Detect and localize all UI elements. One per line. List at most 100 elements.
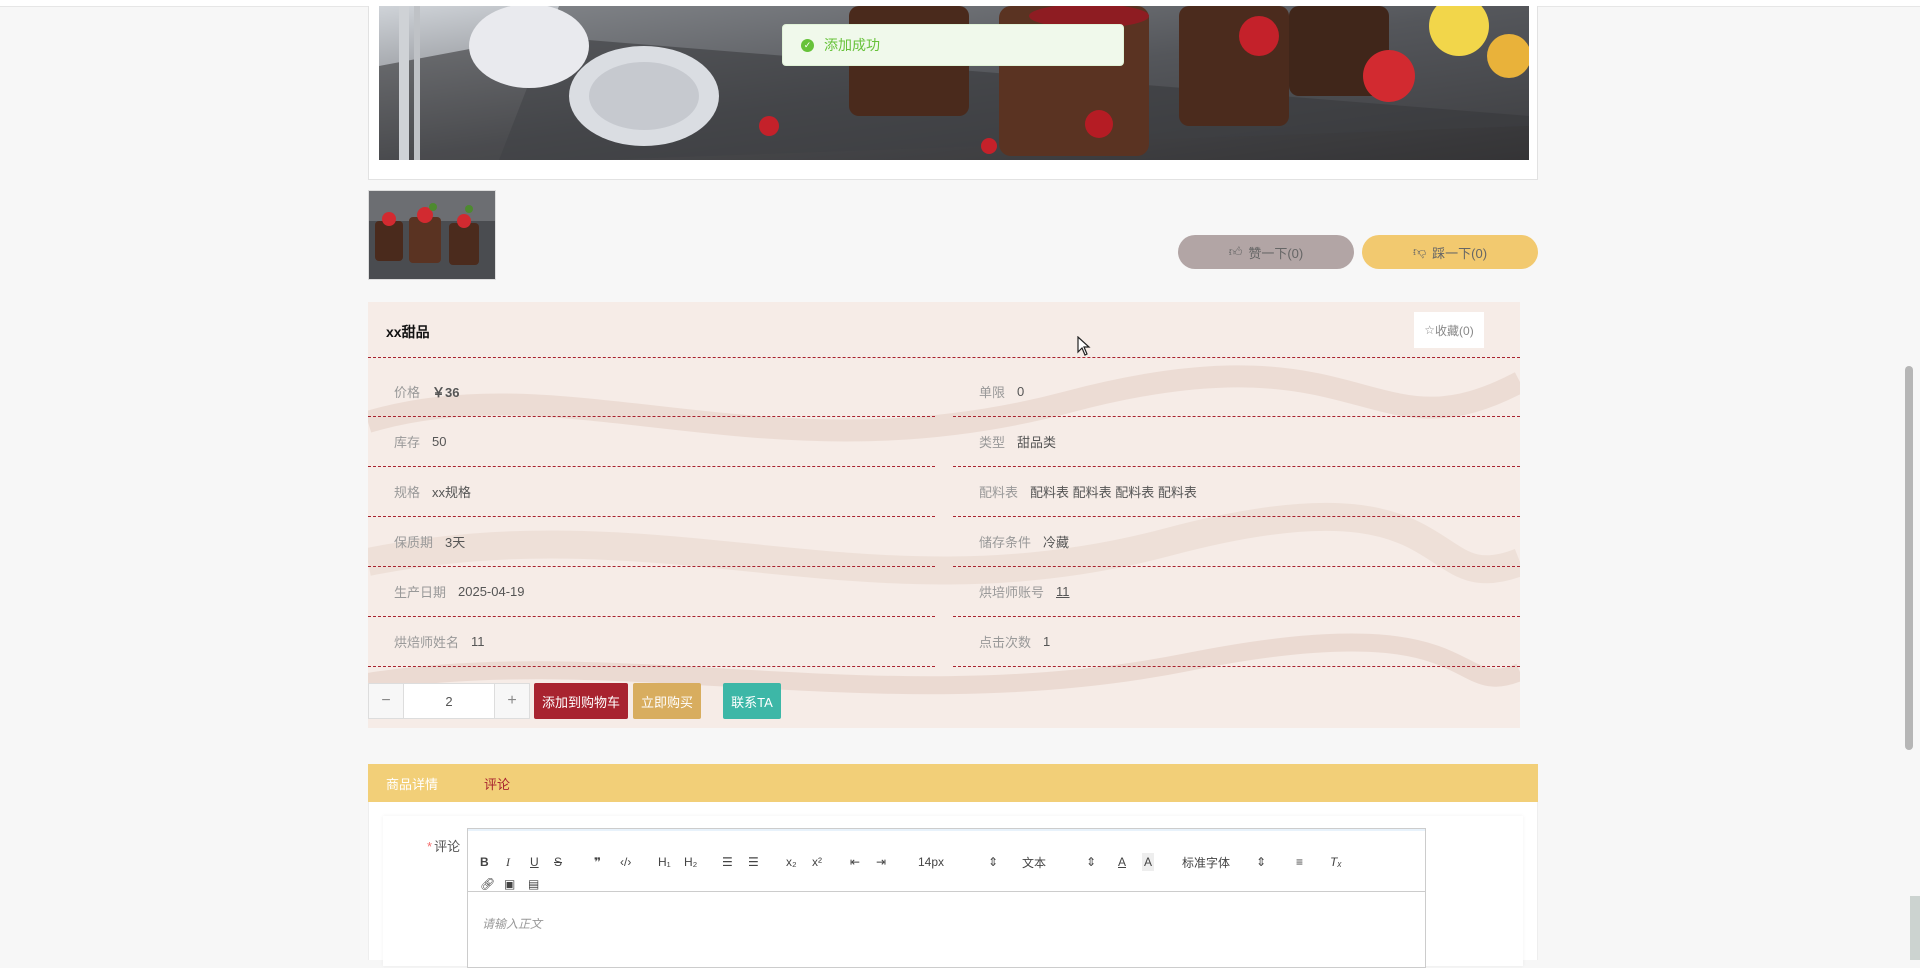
- field-limit: 单限 0: [953, 367, 1520, 417]
- field-value: 50: [432, 434, 447, 449]
- comment-section: * 评论 B I U S ❞ ‹/› H₁ H₂ ☰ ☰ x₂ x² ⇤ ⇥ 14…: [368, 802, 1538, 968]
- mouse-cursor-icon: [1077, 336, 1091, 356]
- tab-product-details[interactable]: 商品详情: [386, 774, 438, 793]
- field-value: 3天: [445, 535, 466, 550]
- field-label: 烘培师账号: [979, 585, 1045, 600]
- favorite-button[interactable]: ☆ 收藏(0): [1414, 312, 1484, 348]
- product-info-panel: xx甜品 ☆ 收藏(0) 价格 ￥36 库存 50 规格 xx规格 保质期 3天…: [368, 302, 1520, 728]
- field-value: 甜品类: [1017, 435, 1057, 450]
- bullet-list-icon[interactable]: ☰: [748, 853, 759, 871]
- side-widget: [1910, 896, 1920, 960]
- detail-tabs: 商品详情 评论: [368, 764, 1538, 802]
- ordered-list-icon[interactable]: ☰: [722, 853, 733, 871]
- bold-icon[interactable]: B: [480, 853, 489, 871]
- field-label: 库存: [394, 435, 421, 450]
- required-marker: *: [427, 839, 433, 854]
- background-color-icon[interactable]: A: [1142, 853, 1155, 871]
- select-arrows-icon: ⇕: [987, 855, 998, 869]
- underline-icon[interactable]: U: [530, 853, 539, 871]
- favorite-label: 收藏(0): [1435, 323, 1474, 338]
- editor-toolbar: B I U S ❞ ‹/› H₁ H₂ ☰ ☰ x₂ x² ⇤ ⇥ 14px ⇕ …: [468, 831, 1425, 892]
- field-click-count: 点击次数 1: [953, 617, 1520, 667]
- blockquote-icon[interactable]: ❞: [594, 853, 601, 871]
- field-label: 生产日期: [394, 585, 447, 600]
- product-thumbnail[interactable]: [368, 190, 496, 280]
- success-toast: ✓ 添加成功: [782, 24, 1124, 66]
- text-style-select[interactable]: 文本 ⇕: [1022, 853, 1096, 871]
- rich-text-editor: B I U S ❞ ‹/› H₁ H₂ ☰ ☰ x₂ x² ⇤ ⇥ 14px ⇕ …: [467, 828, 1426, 968]
- strikethrough-icon[interactable]: S: [554, 853, 562, 871]
- thumbs-up-icon: 👍︎: [1228, 244, 1243, 259]
- add-to-cart-button[interactable]: 添加到购物车: [534, 683, 628, 719]
- field-value: 11: [471, 634, 485, 649]
- buy-now-button[interactable]: 立即购买: [633, 683, 701, 719]
- dislike-label: 踩一下(0): [1432, 245, 1488, 261]
- subscript-icon[interactable]: x₂: [786, 853, 797, 871]
- check-circle-icon: ✓: [801, 38, 814, 52]
- tab-comments[interactable]: 评论: [484, 774, 510, 793]
- field-label: 烘焙师姓名: [394, 635, 460, 650]
- editor-placeholder[interactable]: 请输入正文: [482, 915, 542, 932]
- font-family-select[interactable]: 标准字体 ⇕: [1182, 853, 1266, 871]
- video-icon[interactable]: ▤: [528, 875, 539, 893]
- link-icon[interactable]: 🔗︎: [480, 875, 495, 893]
- field-stock: 库存 50: [368, 417, 935, 467]
- field-label: 配料表: [979, 485, 1019, 500]
- contact-seller-button[interactable]: 联系TA: [723, 683, 781, 719]
- select-arrows-icon: ⇕: [1085, 855, 1096, 869]
- field-label: 单限: [979, 385, 1006, 400]
- field-baker-name: 烘焙师姓名 11: [368, 617, 935, 667]
- quantity-stepper: − 2 +: [368, 683, 530, 719]
- scrollbar-thumb[interactable]: [1905, 366, 1913, 750]
- field-type: 类型 甜品类: [953, 417, 1520, 467]
- baker-account-link[interactable]: 11: [1056, 584, 1070, 599]
- decrease-quantity-button[interactable]: −: [368, 683, 404, 719]
- field-value: 0: [1017, 384, 1025, 399]
- like-button[interactable]: 👍︎ 赞一下(0): [1178, 235, 1354, 269]
- page-scrollbar[interactable]: [1904, 0, 1914, 960]
- image-icon[interactable]: ▣: [504, 875, 515, 893]
- field-label: 保质期: [394, 535, 434, 550]
- field-value: ￥36: [432, 385, 460, 400]
- indent-icon[interactable]: ⇥: [876, 853, 886, 871]
- heading-2-icon[interactable]: H₂: [684, 853, 697, 871]
- field-label: 规格: [394, 485, 421, 500]
- field-value: 冷藏: [1043, 535, 1070, 550]
- font-color-icon[interactable]: A: [1118, 853, 1126, 871]
- quantity-input[interactable]: 2: [404, 683, 494, 719]
- field-production-date: 生产日期 2025-04-19: [368, 567, 935, 617]
- field-label: 类型: [979, 435, 1006, 450]
- field-label: 储存条件: [979, 535, 1032, 550]
- divider: [368, 357, 1520, 358]
- heading-1-icon[interactable]: H₁: [658, 853, 671, 871]
- product-title: xx甜品: [386, 324, 430, 340]
- field-shelf-life: 保质期 3天: [368, 517, 935, 567]
- comment-field-label: * 评论: [427, 839, 461, 854]
- field-label: 点击次数: [979, 635, 1032, 650]
- code-block-icon[interactable]: ‹/›: [620, 853, 631, 871]
- thumbs-down-icon: 👎︎: [1412, 244, 1427, 259]
- field-ingredients: 配料表 配料表 配料表 配料表 配料表: [953, 467, 1520, 517]
- field-value: 配料表 配料表 配料表 配料表: [1030, 485, 1197, 500]
- comment-form: * 评论 B I U S ❞ ‹/› H₁ H₂ ☰ ☰ x₂ x² ⇤ ⇥ 14…: [383, 816, 1523, 968]
- field-value: 2025-04-19: [458, 584, 525, 599]
- field-storage: 储存条件 冷藏: [953, 517, 1520, 567]
- clear-format-icon[interactable]: Tₓ: [1330, 853, 1342, 871]
- field-label: 价格: [394, 385, 421, 400]
- field-price: 价格 ￥36: [368, 367, 935, 417]
- dislike-button[interactable]: 👎︎ 踩一下(0): [1362, 235, 1538, 269]
- field-value: xx规格: [432, 485, 472, 500]
- field-spec: 规格 xx规格: [368, 467, 935, 517]
- star-icon: ☆: [1424, 323, 1436, 337]
- font-size-select[interactable]: 14px ⇕: [918, 853, 998, 871]
- like-label: 赞一下(0): [1248, 245, 1304, 261]
- field-value: 1: [1043, 634, 1051, 649]
- align-icon[interactable]: ≡: [1296, 853, 1303, 871]
- select-arrows-icon: ⇕: [1255, 855, 1266, 869]
- toast-message: 添加成功: [824, 37, 880, 53]
- superscript-icon[interactable]: x²: [812, 853, 822, 871]
- italic-icon[interactable]: I: [506, 853, 510, 871]
- outdent-icon[interactable]: ⇤: [850, 853, 860, 871]
- field-baker-account: 烘培师账号 11: [953, 567, 1520, 617]
- increase-quantity-button[interactable]: +: [494, 683, 530, 719]
